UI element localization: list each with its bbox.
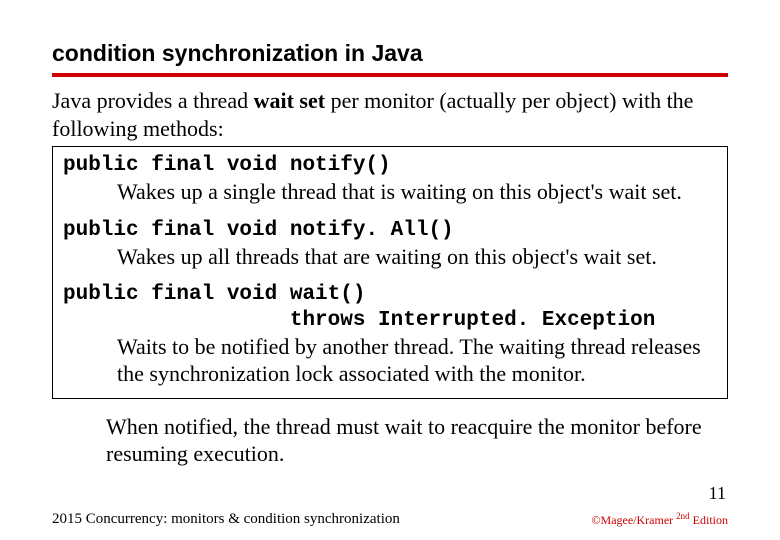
wait-signature-2: throws Interrupted. Exception (63, 308, 717, 333)
notifyall-desc: Wakes up all threads that are waiting on… (63, 243, 717, 271)
intro-text: Java provides a thread wait set per moni… (52, 87, 728, 142)
footer-right-sup: 2nd (676, 511, 690, 521)
method-wait: public final void wait() throws Interrup… (63, 282, 717, 387)
slide-title: condition synchronization in Java (52, 40, 728, 73)
methods-box: public final void notify() Wakes up a si… (52, 146, 728, 399)
title-rule (52, 73, 728, 77)
wait-signature-1: public final void wait() (63, 282, 717, 307)
notify-desc: Wakes up a single thread that is waiting… (63, 178, 717, 206)
method-notify: public final void notify() Wakes up a si… (63, 153, 717, 206)
footer-left: 2015 Concurrency: monitors & condition s… (52, 511, 400, 528)
footer-right-pre: ©Magee/Kramer (591, 513, 676, 527)
method-notify-all: public final void notify. All() Wakes up… (63, 218, 717, 271)
notify-signature: public final void notify() (63, 153, 717, 178)
footer-right-post: Edition (690, 513, 728, 527)
intro-pre: Java provides a thread (52, 88, 254, 113)
post-note: When notified, the thread must wait to r… (52, 413, 728, 468)
intro-bold: wait set (254, 88, 325, 113)
notifyall-signature: public final void notify. All() (63, 218, 717, 243)
footer-right: ©Magee/Kramer 2nd Edition (591, 511, 728, 528)
slide: condition synchronization in Java Java p… (0, 0, 780, 540)
wait-desc: Waits to be notified by another thread. … (63, 333, 717, 388)
page-number: 11 (709, 483, 726, 504)
